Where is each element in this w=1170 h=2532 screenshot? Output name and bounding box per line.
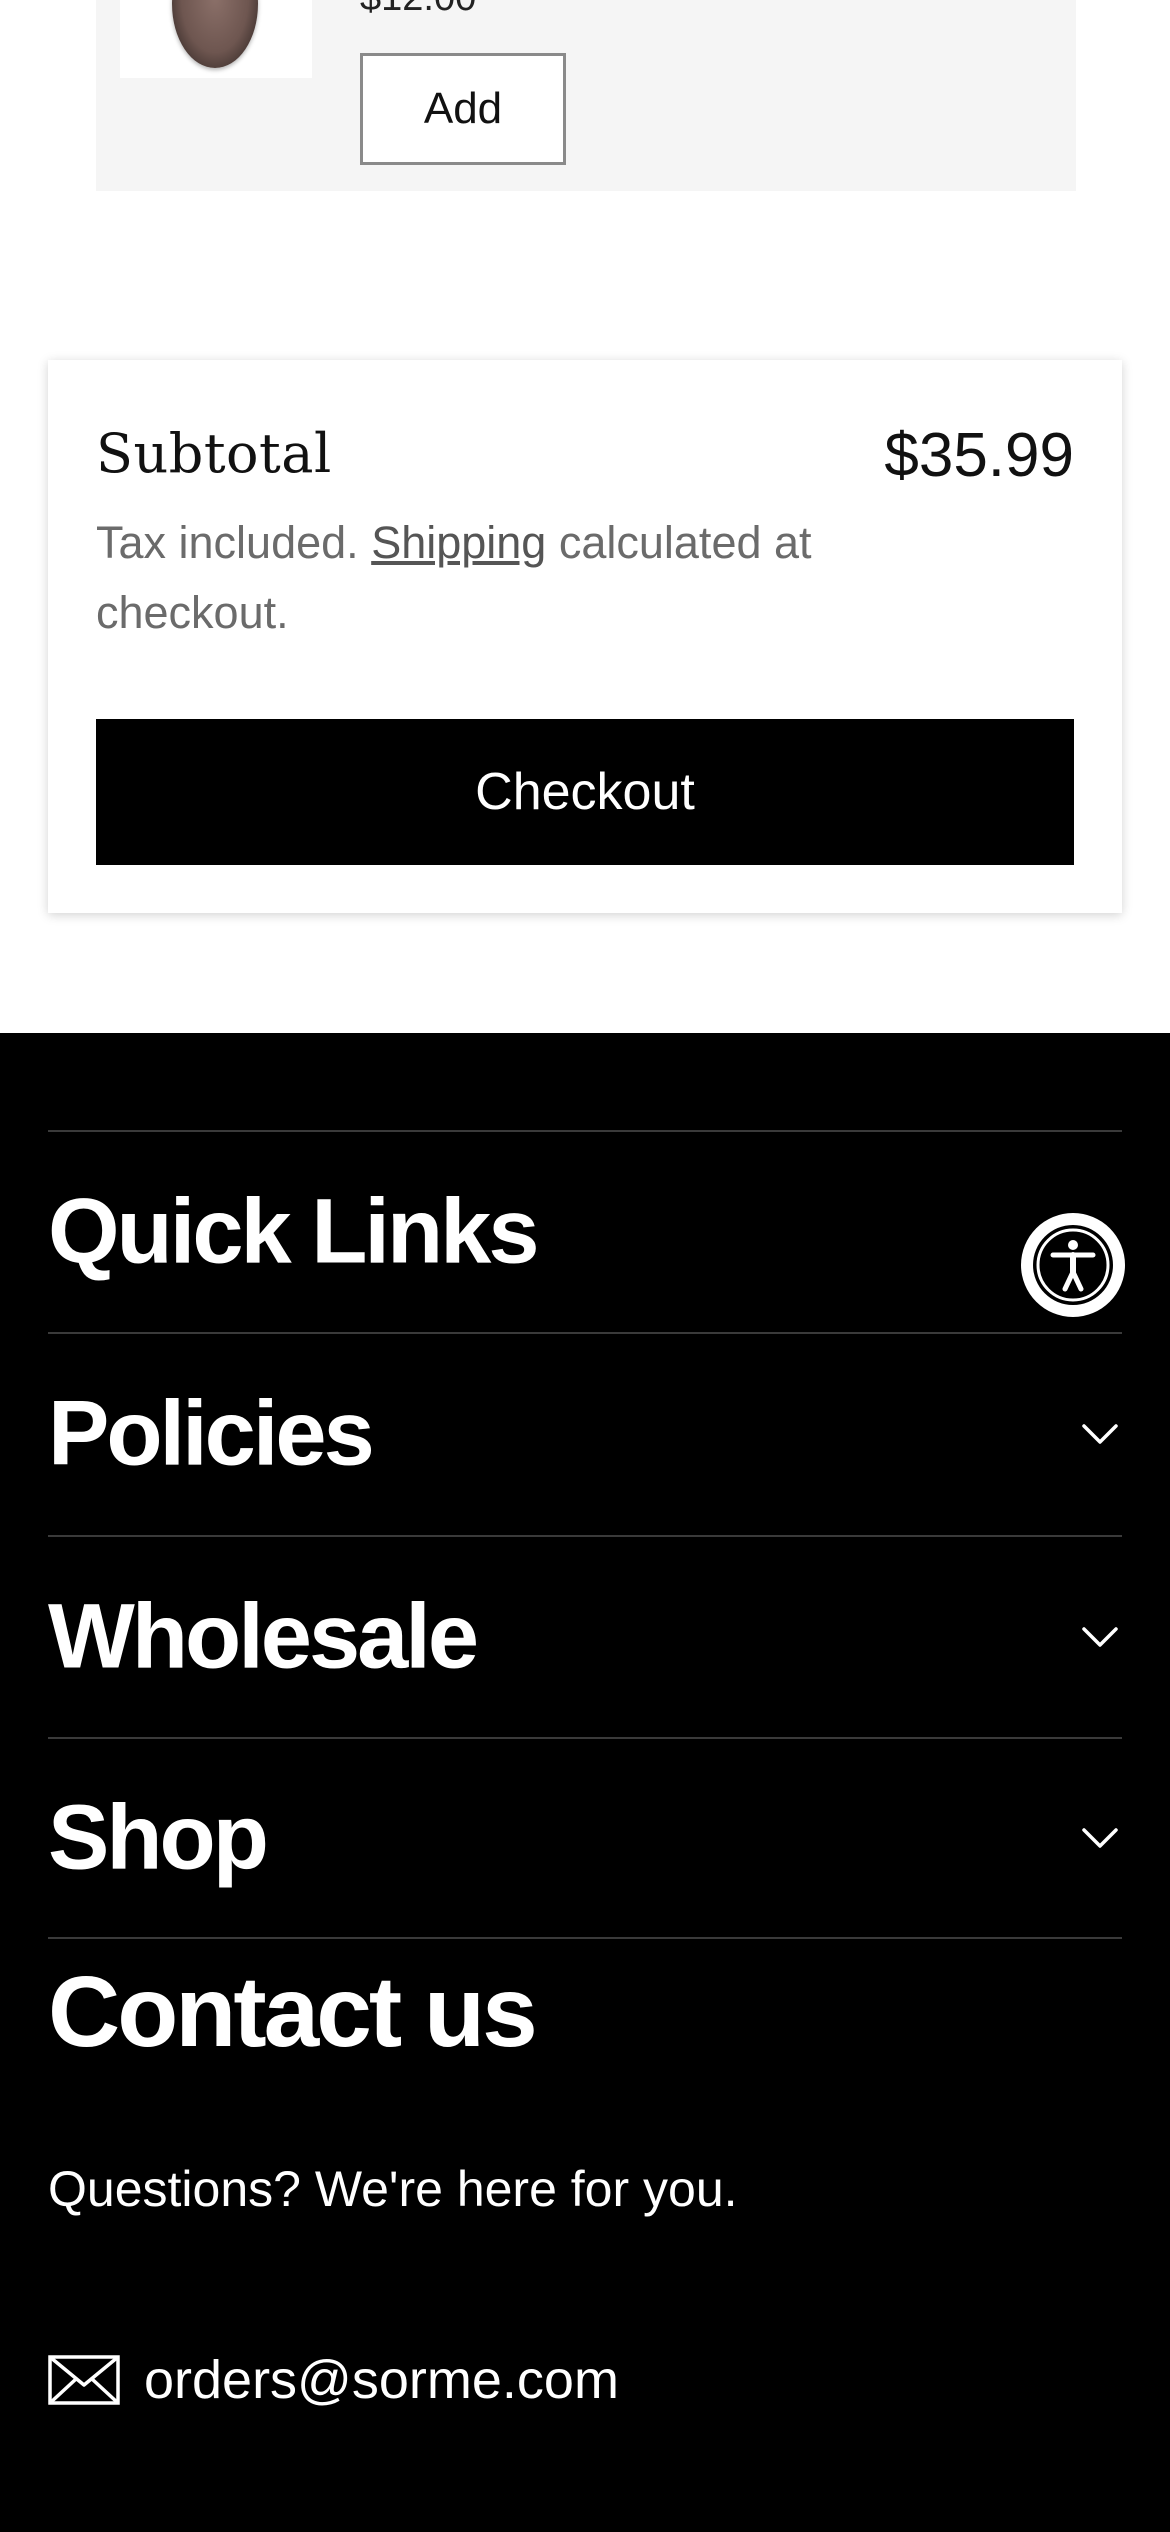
footer-section-quick-links[interactable]: Quick Links bbox=[48, 1130, 1122, 1332]
footer-section-title: Wholesale bbox=[48, 1585, 479, 1688]
contact-email-text: orders@sorme.com bbox=[144, 2350, 619, 2410]
product-image bbox=[120, 0, 312, 78]
footer-section-shop[interactable]: Shop bbox=[48, 1737, 1122, 1939]
footer-section-title: Shop bbox=[48, 1786, 269, 1889]
cart-summary: Subtotal $35.99 Tax included. Shipping c… bbox=[48, 360, 1122, 913]
product-price: $12.00 bbox=[360, 0, 476, 18]
upsell-product-card: $12.00 Add bbox=[96, 0, 1076, 191]
tax-note: Tax included. Shipping calculated at che… bbox=[96, 508, 956, 648]
contact-email-link[interactable]: orders@sorme.com bbox=[48, 2348, 619, 2412]
chevron-down-icon bbox=[1082, 1828, 1118, 1848]
subtotal-label: Subtotal bbox=[96, 422, 332, 485]
footer-section-wholesale[interactable]: Wholesale bbox=[48, 1535, 1122, 1737]
accessibility-button[interactable] bbox=[1021, 1213, 1125, 1317]
mail-icon bbox=[48, 2355, 120, 2405]
accessibility-icon bbox=[1033, 1225, 1113, 1305]
add-to-cart-button[interactable]: Add bbox=[360, 53, 566, 165]
footer-section-title: Quick Links bbox=[48, 1180, 539, 1283]
chevron-down-icon bbox=[1082, 1424, 1118, 1444]
chevron-down-icon bbox=[1082, 1627, 1118, 1647]
footer-section-title: Policies bbox=[48, 1382, 375, 1485]
product-compact-image bbox=[172, 0, 258, 68]
tax-note-prefix: Tax included. bbox=[96, 517, 359, 568]
subtotal-value: $35.99 bbox=[884, 421, 1074, 490]
shipping-link[interactable]: Shipping bbox=[371, 517, 546, 568]
checkout-button[interactable]: Checkout bbox=[96, 719, 1074, 865]
contact-title: Contact us bbox=[48, 1956, 538, 2068]
footer-section-policies[interactable]: Policies bbox=[48, 1332, 1122, 1534]
contact-subtitle: Questions? We're here for you. bbox=[48, 2161, 738, 2217]
